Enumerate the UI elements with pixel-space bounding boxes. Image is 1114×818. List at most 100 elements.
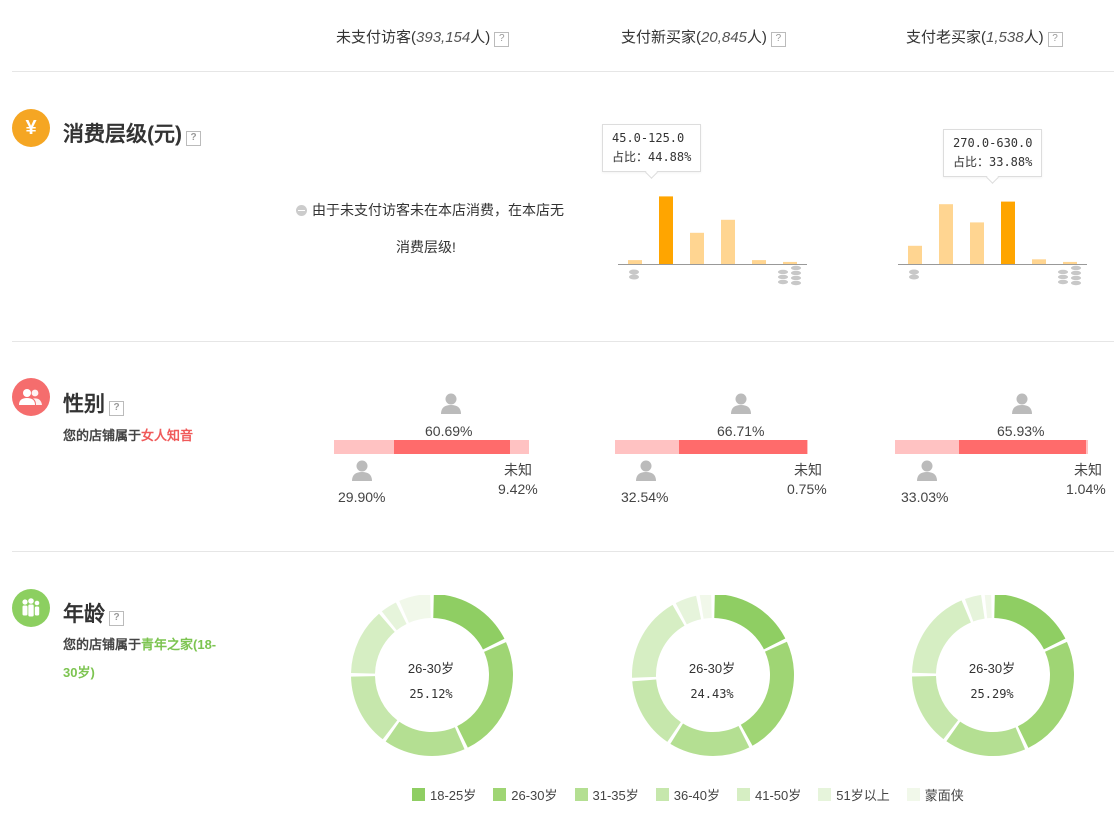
male-percent: 32.54%: [621, 489, 669, 505]
female-user-icon: [440, 392, 462, 419]
section-title-text: 年龄: [63, 603, 105, 626]
unknown-segment: [510, 440, 529, 454]
legend-swatch: [412, 788, 425, 801]
male-segment: [615, 440, 679, 454]
legend-item[interactable]: 41-50岁: [737, 785, 801, 804]
male-segment: [334, 440, 394, 454]
coin-stack-icon: [1057, 265, 1082, 287]
legend-swatch: [574, 788, 588, 801]
bar-4[interactable]: [721, 219, 735, 264]
bar-tooltip-1: 45.0-125.0 占比：44.88%: [602, 124, 702, 172]
donut-slice-41-50岁[interactable]: [632, 604, 685, 678]
legend-item[interactable]: 31-35岁: [574, 785, 639, 804]
donut-slice-36-40岁[interactable]: [351, 676, 398, 740]
header-unit: 人): [746, 29, 767, 46]
unknown-percent: 1.04%: [1066, 481, 1106, 497]
legend-swatch: [655, 788, 669, 801]
bar-1[interactable]: [908, 245, 922, 264]
coin-stack-icon: [777, 265, 802, 287]
donut-slice-36-40岁[interactable]: [912, 676, 959, 740]
legend-item[interactable]: 51岁以上: [818, 785, 890, 804]
summary-highlight-continued: 30岁): [63, 665, 95, 680]
donut-slice-18-25岁[interactable]: [994, 595, 1066, 650]
bar-5[interactable]: [752, 260, 766, 264]
donut-slice-31-35岁[interactable]: [946, 721, 1026, 756]
legend-label: 41-50岁: [755, 788, 802, 803]
summary-highlight: 女人知音: [141, 428, 194, 443]
legend-label: 18-25岁: [430, 788, 477, 803]
tooltip-range: 45.0-125.0: [612, 131, 685, 145]
bar-6[interactable]: [1063, 261, 1077, 264]
unknown-label: 未知: [794, 462, 822, 478]
donut-slice-26-30岁[interactable]: [457, 642, 513, 748]
bar-5[interactable]: [1032, 259, 1046, 264]
donut-slice-蒙面侠[interactable]: [984, 595, 992, 619]
male-percent: 29.90%: [338, 489, 386, 505]
header-label: 未支付访客: [336, 29, 412, 46]
notice-line-1: 由于未支付访客未在本店消费，在本店无: [312, 202, 564, 218]
female-percent: 60.69%: [425, 423, 473, 439]
donut-slice-41-50岁[interactable]: [351, 613, 395, 674]
unknown-percent: 0.75%: [787, 481, 827, 497]
summary-prefix: 您的店铺属于: [63, 637, 142, 652]
divider: [12, 71, 1114, 72]
header-count: 1,538: [986, 29, 1024, 46]
legend-swatch: [737, 788, 750, 801]
legend-item[interactable]: 26-30岁: [493, 785, 558, 804]
unknown-label: 未知: [504, 462, 532, 478]
bar-2[interactable]: [659, 196, 673, 264]
divider: [12, 551, 1114, 552]
unknown-label: 未知: [1074, 462, 1102, 478]
gender-bar: [895, 440, 1088, 454]
divider: [12, 341, 1114, 342]
header-col-unpaid-visitors: 未支付访客(393,154人)?: [336, 26, 510, 47]
bar-3[interactable]: [970, 222, 984, 264]
minus-circle-icon: [296, 205, 307, 216]
people-icon: [12, 378, 50, 416]
female-user-icon: [730, 392, 752, 419]
help-icon[interactable]: ?: [109, 611, 124, 626]
donut-slice-36-40岁[interactable]: [632, 679, 681, 742]
bar-3[interactable]: [690, 232, 704, 264]
consumption-notice: 由于未支付访客未在本店消费，在本店无: [296, 200, 564, 220]
donut-slice-26-30岁[interactable]: [1017, 641, 1074, 748]
bar-6[interactable]: [783, 261, 797, 264]
donut-center-label: 26-30岁: [968, 661, 1016, 676]
summary-prefix: 您的店铺属于: [63, 428, 142, 443]
section-title-gender: 性别?: [63, 388, 124, 418]
tooltip-share: 占比：44.88%: [612, 150, 692, 164]
help-icon[interactable]: ?: [109, 401, 124, 416]
help-icon[interactable]: ?: [494, 32, 510, 47]
male-segment: [895, 440, 959, 454]
donut-slice-蒙面侠[interactable]: [699, 595, 712, 619]
bar-1[interactable]: [628, 260, 642, 264]
gender-bar: [615, 440, 808, 454]
bar-2[interactable]: [939, 204, 953, 264]
donut-slice-31-35岁[interactable]: [385, 721, 465, 756]
legend-item[interactable]: 36-40岁: [655, 785, 720, 804]
help-icon[interactable]: ?: [1047, 32, 1063, 47]
donut-slice-31-35岁[interactable]: [670, 723, 750, 756]
help-icon[interactable]: ?: [770, 32, 786, 47]
donut-slice-18-25岁[interactable]: [433, 595, 505, 650]
tooltip-share: 占比：33.88%: [953, 155, 1033, 169]
notice-line-2: 消费层级!: [396, 239, 456, 255]
male-user-icon: [916, 459, 938, 486]
legend-item[interactable]: 蒙面侠: [906, 785, 964, 804]
header-count: 20,845: [701, 29, 747, 46]
legend-swatch: [906, 788, 920, 801]
legend-label: 51岁以上: [836, 788, 890, 803]
family-icon: [12, 589, 50, 627]
legend-item[interactable]: 18-25岁: [412, 785, 476, 804]
donut-center-label: 26-30岁: [688, 661, 736, 676]
legend-swatch: [818, 788, 832, 801]
bar-4[interactable]: [1001, 201, 1015, 264]
donut-slice-26-30岁[interactable]: [740, 641, 794, 746]
consumption-bar-chart-new-buyers: [618, 196, 807, 287]
unknown-segment: [807, 440, 808, 454]
donut-slice-41-50岁[interactable]: [912, 600, 971, 674]
legend-label: 36-40岁: [673, 788, 720, 803]
donut-center-value: 25.12%: [409, 687, 453, 701]
donut-slice-18-25岁[interactable]: [714, 595, 786, 650]
help-icon[interactable]: ?: [186, 131, 201, 146]
